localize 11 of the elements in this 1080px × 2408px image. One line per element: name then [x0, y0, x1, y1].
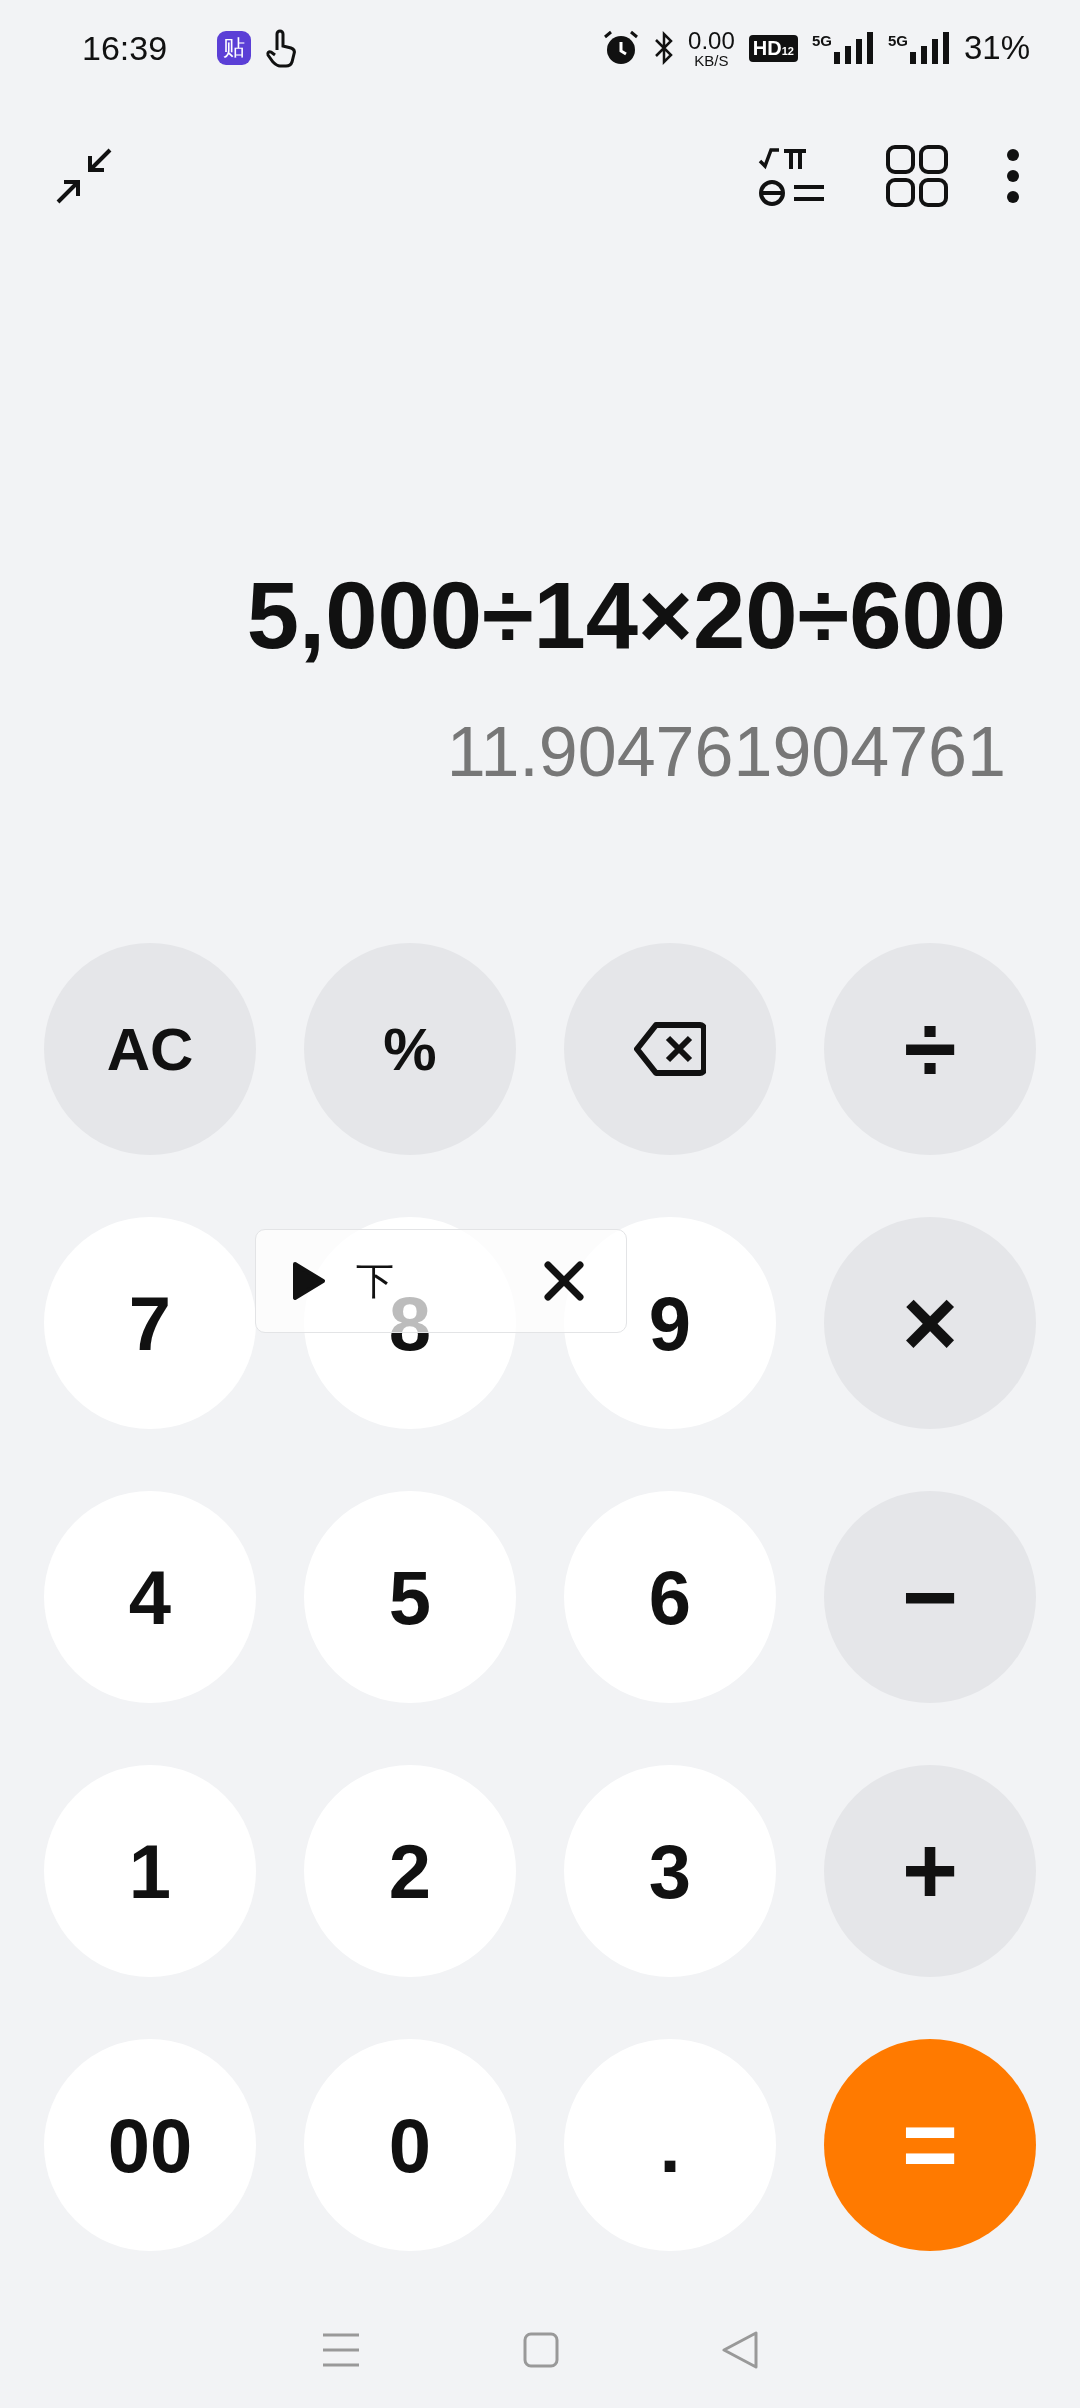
battery-percent: 31% — [963, 29, 1030, 67]
network-type: 5G — [811, 32, 832, 49]
status-time: 16:39 — [82, 28, 168, 68]
network-speed-unit: KB/S — [694, 52, 729, 68]
app-notification-icon: 贴 — [217, 31, 252, 65]
expression: 5,000÷14×20÷600 — [246, 562, 1006, 671]
hd-voice-badge: HD12 — [748, 34, 798, 62]
network-type: 5G — [887, 32, 908, 49]
player-text: 下 — [356, 1257, 394, 1303]
network-speed: 0.00 — [688, 28, 735, 53]
result-preview: 11.904761904761 — [446, 712, 1006, 793]
